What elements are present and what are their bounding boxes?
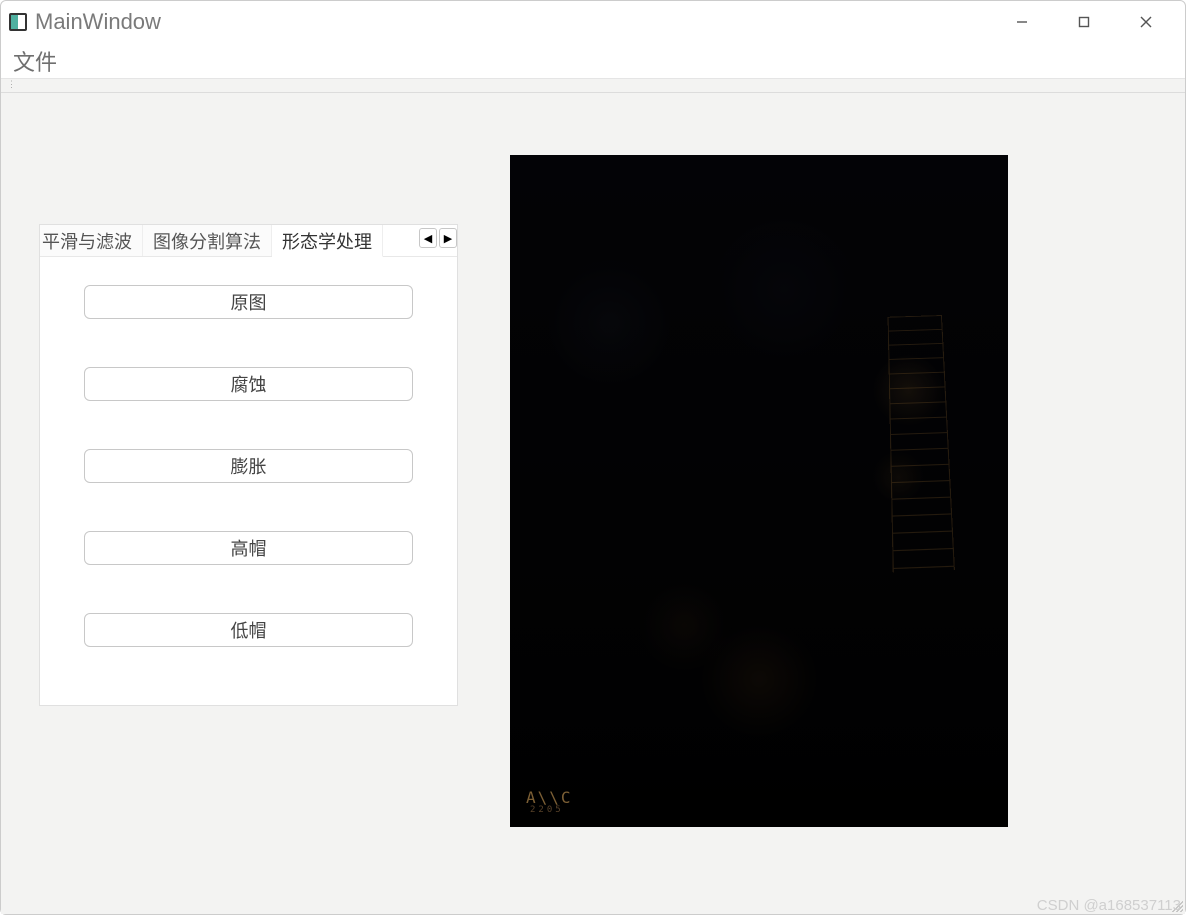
titlebar: MainWindow: [1, 1, 1185, 43]
window-title: MainWindow: [35, 9, 991, 35]
tab-smoothing-filter[interactable]: 平滑与滤波: [40, 225, 143, 256]
tab-label: 形态学处理: [282, 228, 372, 254]
tab-label: 图像分割算法: [153, 228, 261, 254]
toolbar-strip: ⋮: [1, 79, 1185, 93]
tab-widget: 平滑与滤波 图像分割算法 形态学处理 ◀ ▶ 原图 腐蚀 膨胀 高帽 低帽: [39, 224, 458, 706]
tab-scroll-left[interactable]: ◀: [419, 228, 437, 248]
original-button[interactable]: 原图: [84, 285, 413, 319]
window-controls: [991, 1, 1177, 43]
tab-segmentation[interactable]: 图像分割算法: [143, 225, 272, 256]
triangle-right-icon: ▶: [444, 232, 452, 245]
erode-button[interactable]: 腐蚀: [84, 367, 413, 401]
watermark: CSDN @a168537113: [1037, 897, 1181, 914]
menubar: 文件: [1, 43, 1185, 79]
minimize-button[interactable]: [991, 1, 1053, 43]
blackhat-button[interactable]: 低帽: [84, 613, 413, 647]
image-signature: A\\C 2205: [526, 788, 573, 815]
close-button[interactable]: [1115, 1, 1177, 43]
menu-file[interactable]: 文件: [9, 45, 61, 77]
tab-label: 平滑与滤波: [42, 228, 132, 254]
tab-bar: 平滑与滤波 图像分割算法 形态学处理 ◀ ▶: [40, 225, 457, 257]
tab-content-morphology: 原图 腐蚀 膨胀 高帽 低帽: [40, 257, 457, 675]
tab-scrollers: ◀ ▶: [415, 228, 457, 248]
triangle-left-icon: ◀: [424, 232, 432, 245]
content-area: 平滑与滤波 图像分割算法 形态学处理 ◀ ▶ 原图 腐蚀 膨胀 高帽 低帽: [1, 93, 1185, 914]
image-display: A\\C 2205: [510, 155, 1008, 827]
tophat-button[interactable]: 高帽: [84, 531, 413, 565]
tab-morphology[interactable]: 形态学处理: [272, 225, 383, 257]
tab-scroll-right[interactable]: ▶: [439, 228, 457, 248]
maximize-button[interactable]: [1053, 1, 1115, 43]
dilate-button[interactable]: 膨胀: [84, 449, 413, 483]
app-icon: [9, 13, 27, 31]
